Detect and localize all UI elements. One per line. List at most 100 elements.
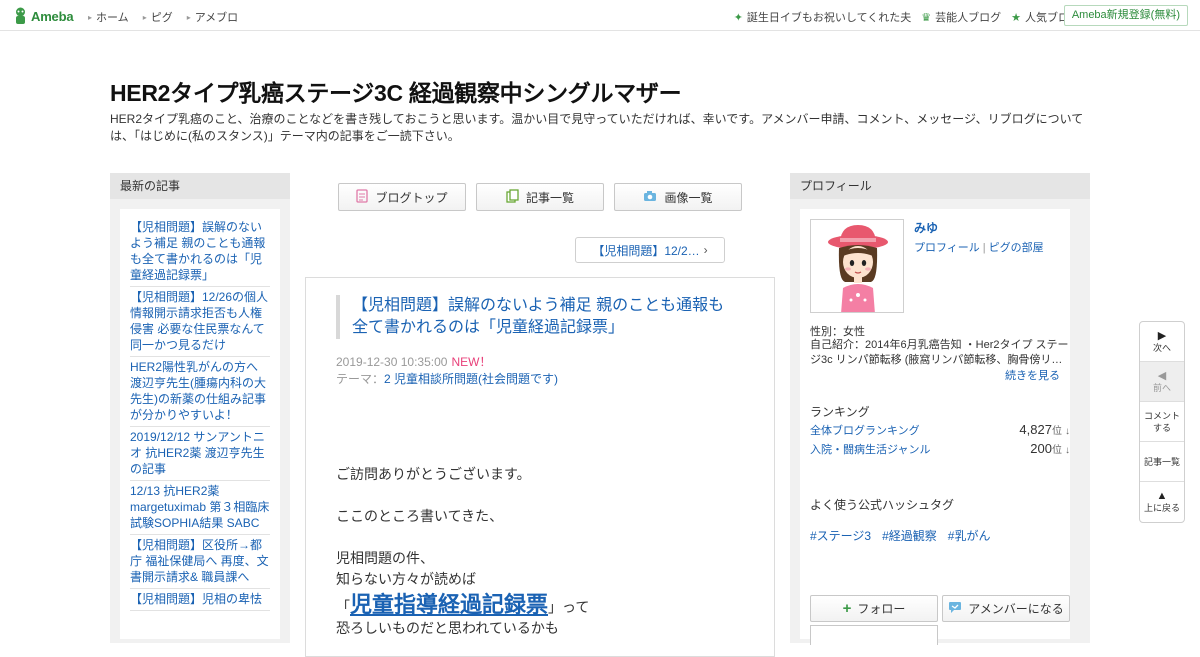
body-paragraph: 恐ろしいものだと思われているかも (336, 620, 559, 636)
hashtag-link[interactable]: #経過観察 (882, 527, 937, 544)
profile-links: プロフィール | ピグの部屋 (914, 239, 1044, 255)
article-date: 2019-12-30 10:35:00 (336, 355, 448, 369)
header-links: ✦ 誕生日イブもお祝いしてくれた夫 ♛ 芸能人ブログ ★ 人気ブログ (724, 9, 1080, 25)
back-to-top-button[interactable]: ▲ 上に戻る (1140, 482, 1184, 522)
article: 【児相問題】誤解のないよう補足 親のことも通報も全て書かれるのは「児童経過記録票… (305, 277, 775, 657)
blog-title[interactable]: HER2タイプ乳癌ステージ3C 経過観察中シングルマザー (110, 74, 682, 108)
register-button[interactable]: Ameba新規登録(無料) (1063, 5, 1188, 26)
ameba-logo[interactable]: Ameba (13, 6, 74, 26)
ranking-value-group: 200位 ↓ (1030, 441, 1070, 457)
nav-label: ピグ (150, 12, 173, 24)
recent-article-link[interactable]: HER2陽性乳がんの方へ 渡辺亨先生(腫瘍内科の大先生)の新薬の仕組み記事が分か… (130, 357, 270, 427)
comment-button[interactable]: コメントする (1140, 402, 1184, 442)
article-theme: テーマ：2 児童相談所問題(社会問題です) (336, 370, 558, 387)
body-paragraph: 知らない方々が読めば (336, 571, 476, 587)
plus-icon: + (842, 600, 852, 617)
header-link-label: 芸能人ブログ (935, 12, 1002, 24)
body-paragraph: ここのところ書いてきた、 (336, 508, 504, 524)
body-paragraph: 児相問題の件、 (336, 550, 434, 566)
next-article-button[interactable]: 【児相問題】12/2… › (575, 237, 725, 263)
sidenav-label: 記事一覧 (1143, 456, 1180, 467)
nav-ameblo[interactable]: ▸ アメブロ (187, 9, 238, 25)
blog-tabs: ブログトップ 記事一覧 画像一覧 (338, 183, 752, 211)
tab-label: 画像一覧 (664, 190, 713, 205)
trend-down-icon: ↓ (1065, 445, 1070, 456)
profile-intro: 自己紹介：2014年6月乳癌告知 ・Her2タイプ ステージ3c リンパ節転移 … (810, 339, 1069, 366)
amember-icon (948, 601, 962, 617)
avatar[interactable] (810, 219, 904, 313)
recent-article-link[interactable]: 【児相問題】誤解のないよう補足 親のことも通報も全て書かれるのは「児童経過記録票… (130, 217, 270, 287)
record-sheet-link[interactable]: 児童指導経過記録票 (350, 592, 548, 617)
pig-room-link[interactable]: ピグの部屋 (989, 242, 1044, 254)
triangle-right-icon: ▶ (1157, 329, 1167, 342)
nav-home[interactable]: ▸ ホーム (88, 9, 129, 25)
read-more-link[interactable]: 続きを見る (1005, 367, 1060, 383)
secondary-button[interactable] (810, 625, 938, 645)
logo-text: Ameba (31, 8, 74, 24)
amember-label: アメンバーになる (968, 602, 1064, 616)
prev-button[interactable]: ◀ 前へ (1140, 362, 1184, 402)
header-link-topic[interactable]: ✦ 誕生日イブもお祝いしてくれた夫 (734, 9, 912, 25)
hashtag-heading: よく使う公式ハッシュタグ (810, 498, 955, 512)
amember-button[interactable]: アメンバーになる (942, 595, 1070, 622)
ranking-value: 200 (1030, 441, 1052, 456)
body-paragraph: ご訪問ありがとうございます。 (336, 466, 531, 482)
nav-label: アメブロ (194, 12, 239, 24)
tab-blog-top[interactable]: ブログトップ (338, 183, 466, 211)
nav-pig[interactable]: ▸ ピグ (143, 9, 173, 25)
header-link-label: 誕生日イブもお祝いしてくれた夫 (746, 12, 912, 24)
ranking-unit: 位 (1051, 445, 1062, 456)
chevron-right-icon: ▸ (142, 12, 147, 22)
ranking-label[interactable]: 入院・闘病生活ジャンル (810, 441, 930, 457)
hashtag-link[interactable]: #ステージ3 (810, 527, 871, 544)
crown-icon: ♛ (921, 11, 932, 24)
chevron-right-icon: › (703, 243, 708, 257)
header-link-celebrity-blog[interactable]: ♛ 芸能人ブログ (921, 9, 1001, 25)
document-icon (356, 188, 369, 206)
body-paragraph: 「児童指導経過記録票」って (336, 594, 589, 618)
ranking-value-group: 4,827位 ↓ (1019, 422, 1070, 438)
sidenav-label: 上に戻る (1143, 503, 1180, 513)
tab-image-list[interactable]: 画像一覧 (614, 183, 742, 211)
article-body: ご訪問ありがとうございます。 ここのところ書いてきた、 児相問題の件、 知らない… (336, 464, 589, 639)
follow-button[interactable]: + フォロー (810, 595, 938, 622)
trend-down-icon: ↓ (1065, 426, 1070, 437)
next-button[interactable]: ▶ 次へ (1140, 322, 1184, 362)
ranking-row: 全体ブログランキング 4,827位 ↓ (810, 422, 1070, 438)
hashtag-list: #ステージ3 #経過観察 #乳がん (810, 527, 1001, 544)
triangle-up-icon: ▲ (1156, 490, 1168, 502)
recent-article-link[interactable]: 【児相問題】区役所→都庁 福祉保健局へ 再度、文書開示請求& 職員課へ (130, 535, 270, 589)
recent-articles-panel: 最新の記事 【児相問題】誤解のないよう補足 親のことも通報も全て書かれるのは「児… (110, 173, 290, 643)
global-nav: ▸ ホーム ▸ ピグ ▸ アメブロ (88, 9, 252, 25)
ranking-unit: 位 (1051, 426, 1062, 437)
triangle-left-icon: ◀ (1157, 369, 1167, 382)
camera-icon (643, 190, 657, 205)
profile-link[interactable]: プロフィール (914, 242, 980, 254)
sidenav-label: 前へ (1152, 382, 1171, 393)
recent-article-link[interactable]: 【児相問題】児相の卑怯 (130, 589, 270, 611)
article-title[interactable]: 【児相問題】誤解のないよう補足 親のことも通報も全て書かれるのは「児童経過記録票… (336, 295, 736, 339)
profile-name[interactable]: みゆ (914, 219, 938, 236)
profile-heading: プロフィール (790, 173, 1090, 199)
recent-article-link[interactable]: 【児相問題】12/26の個人情報開示請求拒否も人権侵害 必要な住民票なんて同一か… (130, 287, 270, 357)
recent-article-link[interactable]: 2019/12/12 サンアントニオ 抗HER2薬 渡辺亨先生の記事 (130, 427, 270, 481)
tab-article-list[interactable]: 記事一覧 (476, 183, 604, 211)
ranking-value: 4,827 (1019, 422, 1052, 437)
ameba-logo-icon (13, 7, 28, 25)
follow-label: フォロー (857, 602, 906, 616)
theme-label: テーマ： (336, 372, 385, 386)
ranking-row: 入院・闘病生活ジャンル 200位 ↓ (810, 441, 1070, 457)
profile-box: みゆ プロフィール | ピグの部屋 性別：女性 自己紹介：2014年6月乳癌告知 ・… (800, 209, 1070, 645)
article-list-button[interactable]: 記事一覧 (1140, 442, 1184, 482)
theme-link[interactable]: 2 児童相談所問題(社会問題です) (384, 372, 558, 386)
chevron-right-icon: ▸ (186, 12, 191, 22)
hashtag-link[interactable]: #乳がん (948, 527, 991, 544)
floating-side-nav: ▶ 次へ ◀ 前へ コメントする 記事一覧 ▲ 上に戻る (1139, 321, 1185, 523)
ranking-label[interactable]: 全体ブログランキング (810, 422, 920, 438)
recent-article-link[interactable]: 12/13 抗HER2薬 margetuximab 第３相臨床試験SOPHIA結… (130, 481, 270, 535)
chevron-right-icon: ▸ (88, 12, 93, 22)
star-icon: ✦ (733, 11, 743, 24)
bracket-open: 「 (336, 599, 350, 615)
profile-actions: + フォロー アメンバーになる (810, 595, 1074, 622)
